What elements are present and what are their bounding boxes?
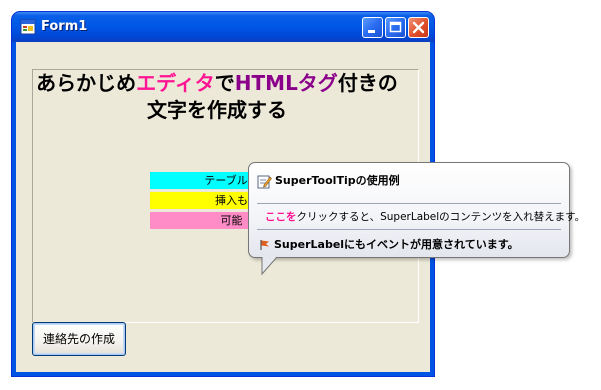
tooltip-title: SuperToolTipの使用例 [275, 174, 400, 187]
tooltip-body-text: クリックすると、SuperLabelのコンテンツを入れ替えます。 [296, 211, 586, 223]
headline-highlight-html: HTMLタグ [234, 71, 338, 95]
window-title: Form1 [41, 19, 88, 34]
tooltip-header: SuperToolTipの使用例 [257, 172, 400, 189]
minimize-icon [368, 30, 375, 33]
tooltip-footer-text: SuperLabelにもイベントが用意されています。 [274, 238, 519, 251]
create-contact-button[interactable]: 連絡先の作成 [32, 322, 126, 356]
headline-text-2: で [214, 71, 235, 95]
headline-highlight-editor: エディタ [136, 71, 215, 95]
tooltip-separator [257, 229, 561, 230]
maximize-button[interactable] [385, 17, 406, 38]
headline-text-line2: 文字を作成する [147, 98, 287, 122]
flag-icon [260, 240, 269, 250]
tooltip-separator [257, 203, 561, 204]
tooltip-body: ここをクリックすると、SuperLabelのコンテンツを入れ替えます。 [265, 209, 585, 224]
minimize-button[interactable] [362, 17, 383, 38]
tooltip-tail [261, 256, 278, 276]
close-button[interactable] [408, 17, 429, 38]
title-bar[interactable]: Form1 [12, 12, 434, 42]
super-tooltip: SuperToolTipの使用例 ここをクリックすると、SuperLabelのコ… [248, 162, 585, 258]
super-label-headline[interactable]: あらかじめエディタでHTMLタグ付きの 文字を作成する [16, 70, 418, 124]
tooltip-footer: SuperLabelにもイベントが用意されています。 [259, 236, 519, 252]
edit-icon [257, 175, 272, 188]
headline-text-3: 付きの [337, 71, 398, 95]
app-form-icon[interactable] [20, 19, 36, 35]
headline-text-1: あらかじめ [36, 71, 137, 95]
close-icon [412, 21, 425, 34]
tooltip-body-highlight: ここを [265, 211, 297, 223]
maximize-icon [389, 21, 402, 33]
